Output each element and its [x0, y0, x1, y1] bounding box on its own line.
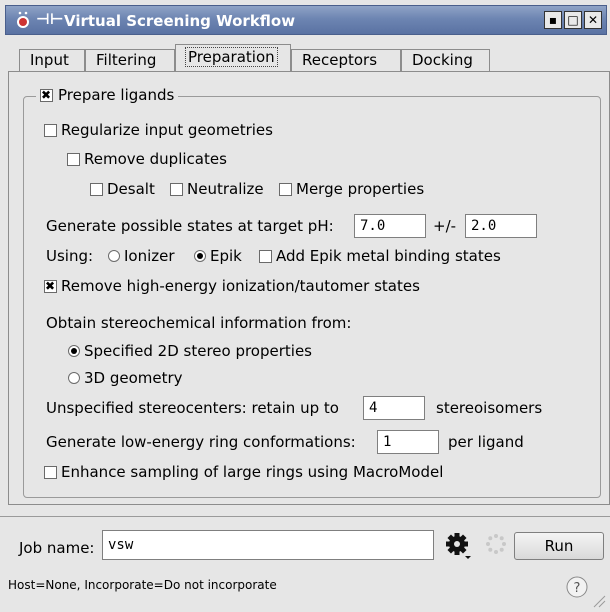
regularize-label: Regularize input geometries [61, 121, 273, 139]
unspecified-suffix: stereoisomers [436, 399, 543, 417]
desalt-row[interactable]: Desalt [90, 180, 155, 198]
epik-radio[interactable] [194, 250, 206, 262]
macromodel-row[interactable]: Enhance sampling of large rings using Ma… [44, 463, 443, 481]
ring-label: Generate low-energy ring conformations: [46, 433, 356, 451]
stereo-3d-option[interactable]: 3D geometry [68, 369, 183, 387]
status-text: Host=None, Incorporate=Do not incorporat… [8, 578, 277, 592]
job-name-input[interactable]: vsw [102, 530, 434, 560]
stereo-3d-radio[interactable] [68, 372, 80, 384]
title-bar[interactable]: ⊣⊢ Virtual Screening Workflow ▪ □ ✕ [5, 5, 607, 35]
ring-conformations-input[interactable]: 1 [377, 430, 439, 454]
maximize-button[interactable]: □ [564, 11, 582, 29]
tab-receptors[interactable]: Receptors [291, 49, 401, 71]
prepare-ligands-row[interactable]: Prepare ligands [36, 86, 179, 104]
stereoisomers-input[interactable]: 4 [363, 396, 425, 420]
macromodel-label: Enhance sampling of large rings using Ma… [61, 463, 444, 481]
epik-metal-checkbox[interactable] [259, 249, 272, 263]
desalt-checkbox[interactable] [90, 182, 103, 196]
remove-high-energy-row[interactable]: Remove high-energy ionization/tautomer s… [44, 277, 420, 295]
neutralize-checkbox[interactable] [170, 182, 183, 196]
stereo-3d-label: 3D geometry [84, 369, 183, 387]
unspecified-label: Unspecified stereocenters: retain up to [46, 399, 339, 417]
epik-option[interactable]: Epik [194, 247, 242, 265]
prepare-ligands-label: Prepare ligands [58, 86, 175, 104]
stereo-2d-option[interactable]: Specified 2D stereo properties [68, 342, 312, 360]
spinner-icon [484, 532, 508, 556]
remove-high-energy-label: Remove high-energy ionization/tautomer s… [61, 277, 420, 295]
close-button[interactable]: ✕ [584, 11, 602, 29]
macromodel-checkbox[interactable] [44, 465, 57, 479]
tab-filtering[interactable]: Filtering [85, 49, 175, 71]
ph-plusminus-label: +/- [433, 217, 457, 235]
minimize-button[interactable]: ▪ [544, 11, 562, 29]
remove-duplicates-row[interactable]: Remove duplicates [67, 150, 227, 168]
remove-high-energy-checkbox[interactable] [44, 278, 57, 294]
remove-duplicates-checkbox[interactable] [67, 152, 80, 166]
epik-label: Epik [210, 247, 242, 265]
stereo-2d-label: Specified 2D stereo properties [84, 342, 312, 360]
using-label: Using: [46, 247, 94, 265]
tab-input[interactable]: Input [19, 49, 85, 71]
gear-icon[interactable] [444, 532, 472, 560]
resize-grip-icon[interactable] [592, 594, 606, 608]
merge-properties-row[interactable]: Merge properties [279, 180, 424, 198]
neutralize-row[interactable]: Neutralize [170, 180, 264, 198]
regularize-checkbox[interactable] [44, 123, 57, 137]
remove-duplicates-label: Remove duplicates [84, 150, 227, 168]
pin-icon[interactable]: ⊣⊢ [36, 10, 63, 28]
regularize-row[interactable]: Regularize input geometries [44, 121, 273, 139]
main-window: ⊣⊢ Virtual Screening Workflow ▪ □ ✕ Inpu… [0, 0, 610, 612]
ph-range-input[interactable]: 2.0 [465, 214, 537, 238]
ph-input[interactable]: 7.0 [354, 214, 426, 238]
desalt-label: Desalt [107, 180, 155, 198]
ionizer-option[interactable]: Ionizer [108, 247, 175, 265]
merge-properties-label: Merge properties [296, 180, 425, 198]
neutralize-label: Neutralize [187, 180, 264, 198]
help-icon[interactable]: ? [566, 576, 588, 598]
run-button[interactable]: Run [514, 532, 604, 560]
svg-text:?: ? [574, 581, 581, 596]
ring-suffix: per ligand [448, 433, 524, 451]
tab-docking[interactable]: Docking [401, 49, 490, 71]
window-title: Virtual Screening Workflow [64, 12, 296, 30]
schrodinger-logo-icon[interactable] [16, 11, 30, 29]
ionizer-label: Ionizer [124, 247, 175, 265]
ionizer-radio[interactable] [108, 250, 120, 262]
ph-label: Generate possible states at target pH: [46, 217, 334, 235]
tab-preparation[interactable]: Preparation [175, 44, 291, 72]
epik-metal-row[interactable]: Add Epik metal binding states [259, 247, 501, 265]
prepare-ligands-checkbox[interactable] [40, 87, 53, 103]
epik-metal-label: Add Epik metal binding states [276, 247, 501, 265]
job-name-label: Job name: [19, 539, 95, 557]
stereo-2d-radio[interactable] [68, 345, 80, 357]
merge-properties-checkbox[interactable] [279, 182, 292, 196]
stereo-label: Obtain stereochemical information from: [46, 314, 352, 332]
footer-separator [0, 516, 610, 517]
